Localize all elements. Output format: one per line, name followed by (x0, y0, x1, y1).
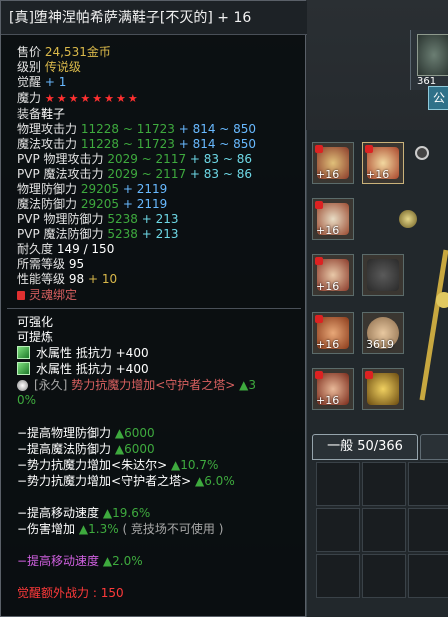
equip-slot-empty[interactable] (362, 254, 404, 296)
required-level-row: 所需等级 95 (17, 257, 85, 271)
lock-icon (315, 315, 323, 323)
gem-row: 水属性 抵抗力 +400 (17, 362, 149, 377)
magic-stars: ★★★★★★★★ (44, 92, 140, 105)
equip-slot-gloves[interactable]: +16 (312, 312, 354, 354)
equip-slot-stone[interactable]: 3619 (362, 312, 404, 354)
gem-row: 水属性 抵抗力 +400 (17, 346, 149, 361)
set-bonus-row: −势力抗魔力增加<朱达尔> ▲10.7% (17, 458, 219, 472)
lock-icon (365, 371, 373, 379)
inventory-cell[interactable] (362, 554, 406, 598)
stat-row: 物理防御力 29205 + 2119 (17, 182, 168, 196)
swap-icon[interactable] (399, 210, 417, 228)
stat-row: PVP 物理防御力 5238 + 213 (17, 212, 179, 226)
enhanceable-row: 可强化 (17, 315, 54, 329)
stat-row: PVP 魔法攻击力 2029 ~ 2117 + 83 ~ 86 (17, 167, 253, 181)
lock-icon (315, 257, 323, 265)
set-bonus-row: −提高移动速度 ▲19.6% (17, 506, 151, 520)
gem-icon (17, 362, 30, 375)
set-bonus-row: −伤害增加 ▲1.3% ( 竞技场不可使用 ) (17, 522, 224, 536)
item-title: [真]堕神涅帕希萨满鞋子[不灭的] + 16 (1, 1, 307, 35)
item-tooltip: [真]堕神涅帕希萨满鞋子[不灭的] + 16 售价 24,531金币 级别 传说… (0, 0, 307, 617)
stat-row: 魔法攻击力 11228 ~ 11723 + 814 ~ 850 (17, 137, 257, 151)
staff-illustration (418, 240, 448, 410)
set-bonus-row: −势力抗魔力增加<守护者之塔> ▲6.0% (17, 474, 235, 488)
price-row: 售价 24,531金币 (17, 45, 111, 59)
permanent-row: [永久] 势力抗魔力增加<守护者之塔> ▲3 (17, 378, 256, 393)
durability-row: 耐久度 149 / 150 (17, 242, 115, 256)
inventory-cell[interactable] (408, 554, 448, 598)
equip-slot-helmet[interactable]: +16 (312, 142, 354, 184)
equip-slot-chest[interactable]: +16 (312, 198, 354, 240)
set-bonus-row: −提高魔法防御力 ▲6000 (17, 442, 155, 456)
top-item-icon (417, 34, 448, 76)
awaken-row: 觉醒 + 1 (17, 75, 67, 89)
equip-slot-pants[interactable]: +16 (312, 254, 354, 296)
lock-icon (17, 291, 25, 300)
equip-row: 装备鞋子 (17, 107, 66, 121)
tooltip-divider (7, 308, 301, 309)
public-tab[interactable]: 公 (428, 86, 448, 110)
set-bonus-row: −提高物理防御力 ▲6000 (17, 426, 155, 440)
equip-slot-boots[interactable]: +16 (312, 368, 354, 410)
lock-icon (315, 371, 323, 379)
inventory-cell[interactable] (362, 508, 406, 552)
empty-slot-icon (367, 259, 399, 291)
stat-row: PVP 魔法防御力 5238 + 213 (17, 227, 179, 241)
swirl-icon (17, 380, 28, 391)
stat-row: 物理攻击力 11228 ~ 11723 + 814 ~ 850 (17, 122, 257, 136)
inventory-grid (316, 462, 448, 617)
inventory-cell[interactable] (408, 462, 448, 506)
equip-slot-weapon[interactable] (362, 368, 404, 410)
performance-row: 性能等级 98 + 10 (17, 272, 118, 286)
tab-general[interactable]: 一般 50/366 (312, 434, 418, 460)
set-bonus-magenta-row: −提高移动速度 ▲2.0% (17, 554, 143, 568)
inventory-cell[interactable] (362, 462, 406, 506)
stat-row: 魔法防御力 29205 + 2119 (17, 197, 168, 211)
tab-next[interactable] (420, 434, 448, 460)
inventory-cell[interactable] (316, 508, 360, 552)
permanent-row-continued: 0% (17, 393, 37, 407)
inventory-cell[interactable] (316, 462, 360, 506)
stat-row: PVP 物理攻击力 2029 ~ 2117 + 83 ~ 86 (17, 152, 253, 166)
top-item-slot[interactable]: 361 (410, 30, 448, 90)
lock-icon (365, 145, 373, 153)
inventory-cell[interactable] (316, 554, 360, 598)
lock-icon (315, 201, 323, 209)
gem-icon (17, 346, 30, 359)
refinable-row: 可提炼 (17, 330, 54, 344)
magic-row: 魔力 ★★★★★★★★ (17, 91, 140, 105)
inventory-cell[interactable] (408, 508, 448, 552)
equip-slot-shoulder[interactable]: +16 (362, 142, 404, 184)
level-row: 级别 传说级 (17, 60, 81, 74)
lock-icon (315, 145, 323, 153)
soulbound-row: 灵魂绑定 (17, 288, 77, 303)
radio-indicator-icon[interactable] (415, 146, 429, 160)
awaken-power-row: 觉醒额外战力 : 150 (17, 586, 124, 600)
